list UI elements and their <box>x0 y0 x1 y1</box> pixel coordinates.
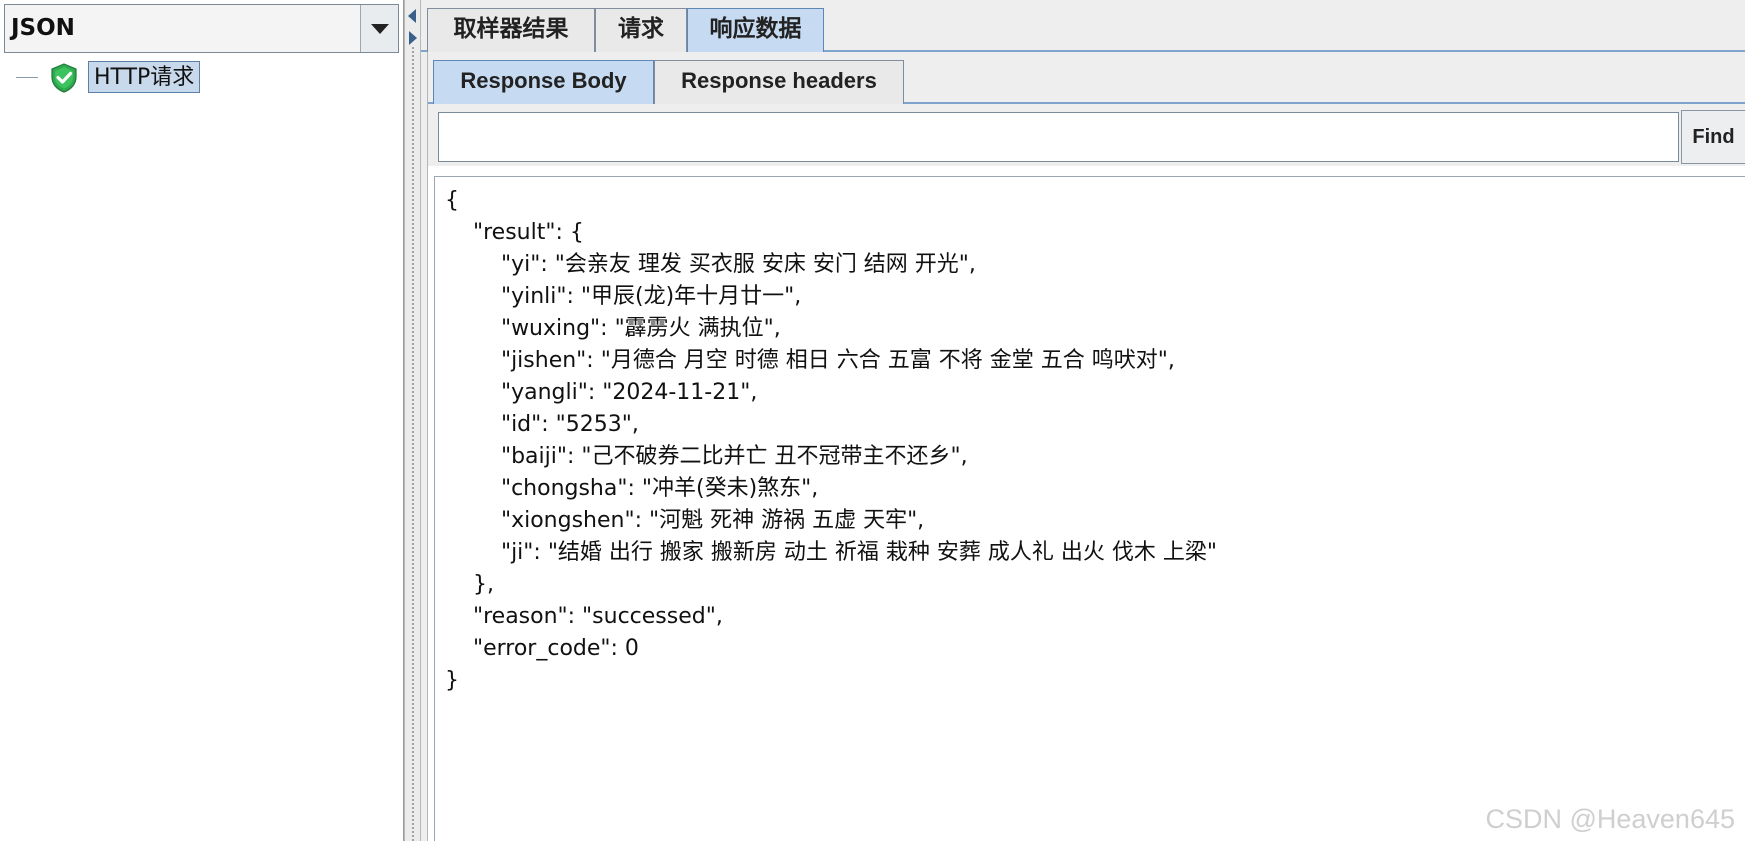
watermark: CSDN @Heaven645 <box>1485 804 1735 834</box>
results-tree-panel: JSON HTTP请求 <box>0 0 404 841</box>
collapse-right-icon[interactable] <box>409 31 417 45</box>
main-tab-bar: 取样器结果 请求 响应数据 <box>421 0 1745 52</box>
code-line: "chongsha": "冲羊(癸未)煞东", <box>445 476 819 501</box>
code-line: "xiongshen": "河魁 死神 游祸 五虚 天牢", <box>445 508 925 533</box>
code-line: "jishen": "月德合 月空 时德 相日 六合 五富 不将 金堂 五合 鸣… <box>445 348 1175 373</box>
tree-item[interactable]: HTTP请求 <box>0 58 400 96</box>
renderer-select-value: JSON <box>11 15 75 41</box>
response-sub-tab-bar: Response Body Response headers <box>428 52 1745 104</box>
code-line: { <box>445 188 459 213</box>
tab-response-headers[interactable]: Response headers <box>654 60 904 104</box>
dropdown-button[interactable] <box>360 5 398 52</box>
tab-request[interactable]: 请求 <box>595 8 687 52</box>
search-input[interactable] <box>438 112 1679 162</box>
tree-item-label[interactable]: HTTP请求 <box>88 61 201 93</box>
code-line: "wuxing": "霹雳火 满执位", <box>445 316 781 341</box>
code-line: }, <box>445 572 494 597</box>
chevron-down-icon <box>371 24 389 34</box>
code-line: "baiji": "己不破券二比并亡 丑不冠带主不还乡", <box>445 444 968 469</box>
divider-grip <box>411 46 415 841</box>
code-line: "result": { <box>445 220 584 245</box>
renderer-select[interactable]: JSON <box>4 4 399 53</box>
success-shield-icon <box>51 63 77 93</box>
tab-response-data[interactable]: 响应数据 <box>687 8 824 52</box>
response-data-panel: Response Body Response headers Find { "r… <box>427 52 1745 841</box>
tree-connector <box>16 77 38 78</box>
result-detail-panel: 取样器结果 请求 响应数据 Response Body Response hea… <box>421 0 1745 841</box>
collapse-left-icon[interactable] <box>408 9 416 23</box>
response-body-text[interactable]: { "result": { "yi": "会亲友 理发 买衣服 安床 安门 结网… <box>434 176 1745 841</box>
split-pane-divider[interactable] <box>404 0 421 841</box>
find-bar: Find <box>428 104 1745 166</box>
find-button[interactable]: Find <box>1681 110 1745 164</box>
code-line: } <box>445 668 459 693</box>
code-line: "ji": "结婚 出行 搬家 搬新房 动土 祈福 栽种 安葬 成人礼 出火 伐… <box>445 540 1217 565</box>
code-line: "reason": "successed", <box>445 604 723 629</box>
code-line: "yangli": "2024-11-21", <box>445 380 758 405</box>
code-line: "id": "5253", <box>445 412 639 437</box>
tab-sampler-result[interactable]: 取样器结果 <box>427 8 595 52</box>
code-line: "yi": "会亲友 理发 买衣服 安床 安门 结网 开光", <box>445 252 976 277</box>
code-line: "yinli": "甲辰(龙)年十月廿一", <box>445 284 802 309</box>
tab-response-body[interactable]: Response Body <box>433 60 654 104</box>
code-line: "error_code": 0 <box>445 636 639 661</box>
